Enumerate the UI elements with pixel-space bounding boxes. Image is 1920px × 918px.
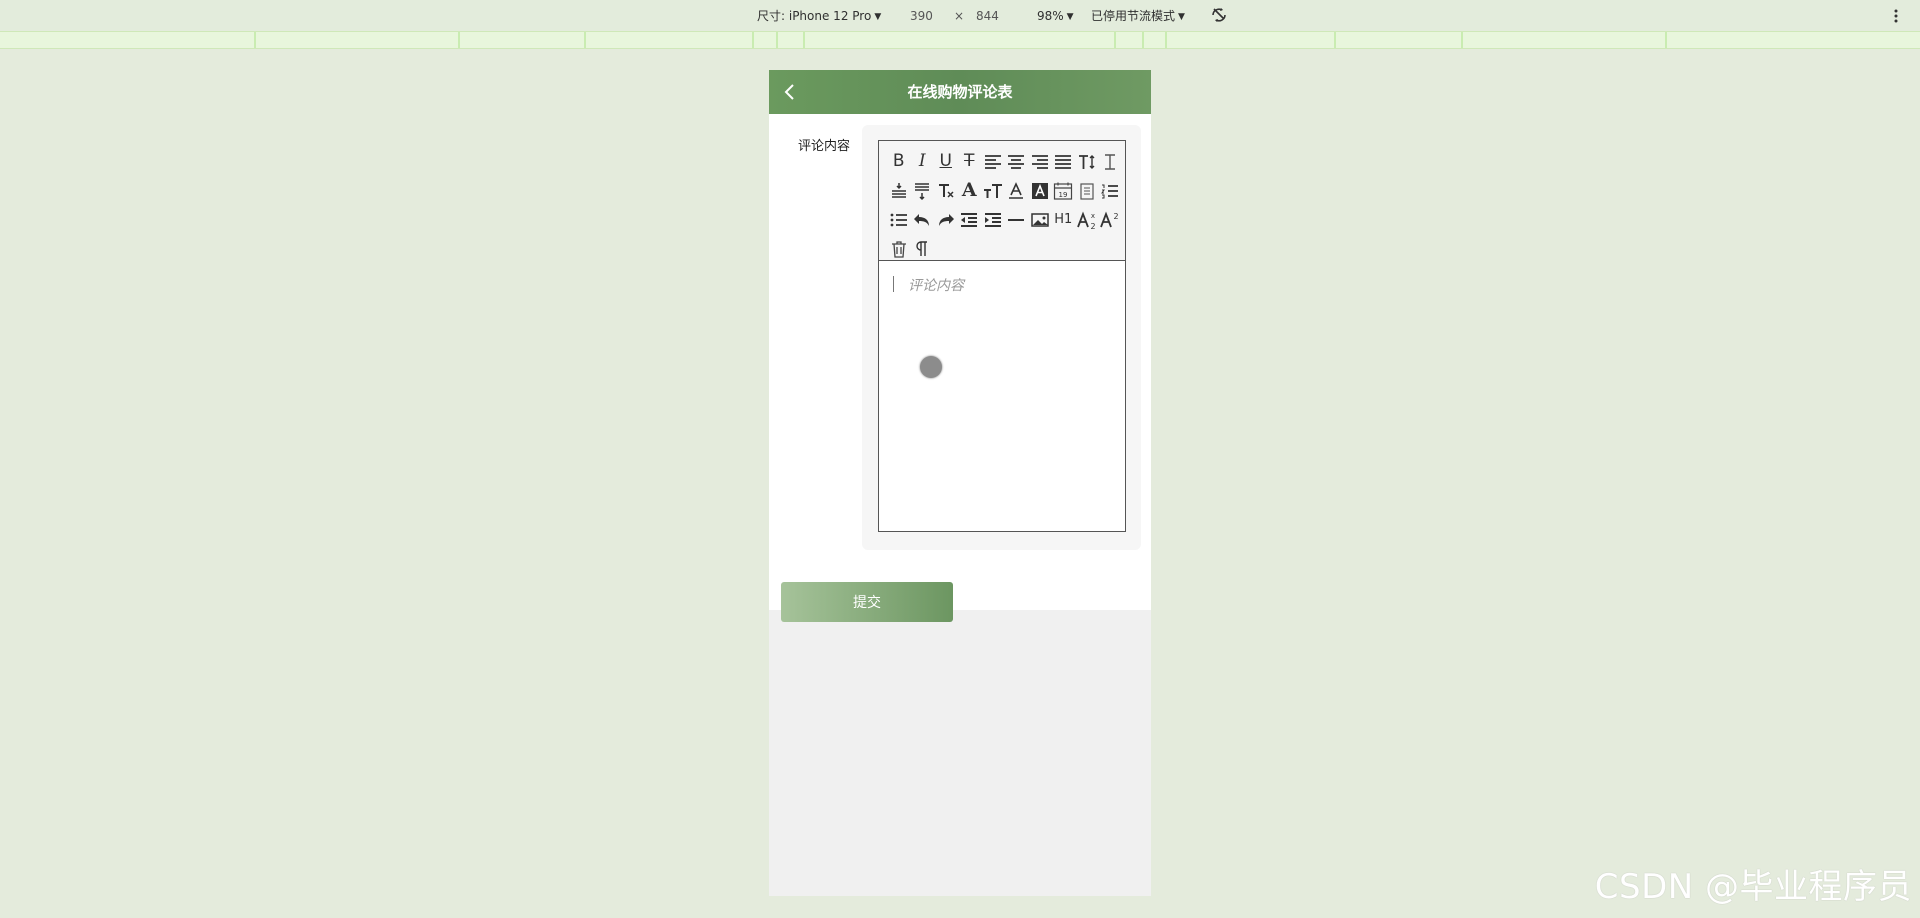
- toolbar-row: H1 2x 2: [887, 205, 1125, 234]
- throttle-label: 已停用节流模式: [1091, 9, 1176, 23]
- comment-content-input[interactable]: 评论内容: [879, 262, 1125, 531]
- paragraph-spacing-top-icon[interactable]: [887, 179, 911, 203]
- superscript-icon[interactable]: 2: [1099, 208, 1123, 232]
- submit-button[interactable]: 提交: [781, 582, 953, 622]
- page-title: 在线购物评论表: [907, 83, 1013, 101]
- remove-format-icon[interactable]: [934, 179, 958, 203]
- strikethrough-icon[interactable]: T: [958, 150, 982, 174]
- media-query-ruler[interactable]: [0, 31, 1920, 49]
- line-height-icon[interactable]: [1099, 150, 1123, 174]
- back-color-icon[interactable]: [1028, 179, 1052, 203]
- text-cursor: [893, 276, 894, 292]
- ruler-tick: [752, 32, 754, 48]
- watermark: CSDN @毕业程序员: [1594, 867, 1912, 907]
- svg-text:2: 2: [1090, 222, 1095, 230]
- back-arrow-icon[interactable]: [779, 81, 801, 103]
- comment-field-label: 评论内容: [798, 139, 851, 154]
- toolbar-row: A 19: [887, 176, 1125, 205]
- toolbar-row: B I U T: [887, 147, 1125, 176]
- comment-form: 评论内容 B I U T A 19 H1 2 x 2 评论内容 提交: [769, 114, 1151, 622]
- align-right-icon[interactable]: [1028, 150, 1052, 174]
- subscript-icon[interactable]: 2x: [1075, 208, 1099, 232]
- svg-text:19: 19: [1059, 191, 1068, 199]
- bold-icon[interactable]: B: [887, 150, 911, 174]
- zoom-label: 98%: [1037, 9, 1064, 23]
- ordered-list-icon[interactable]: [1099, 179, 1123, 203]
- ruler-tick: [1461, 32, 1463, 48]
- svg-text:2: 2: [1114, 212, 1119, 221]
- underline-icon[interactable]: U: [934, 150, 958, 174]
- ruler-tick: [458, 32, 460, 48]
- ruler-tick: [1665, 32, 1667, 48]
- date-icon[interactable]: 19: [1052, 179, 1076, 203]
- width-input[interactable]: 390: [910, 8, 933, 24]
- mobile-viewport: 在线购物评论表 评论内容 B I U T A 19 H1 2 x 2 评论内容 …: [769, 70, 1151, 896]
- devtools-device-toolbar: 尺寸: iPhone 12 Pro ▼ 390 × 844 98% ▼ 已停用节流模…: [0, 0, 1920, 31]
- ruler-tick: [803, 32, 805, 48]
- horizontal-rule-icon[interactable]: [1005, 208, 1029, 232]
- rotate-icon[interactable]: [1210, 6, 1228, 24]
- ruler-tick: [1334, 32, 1336, 48]
- ruler-tick: [776, 32, 778, 48]
- font-size-grow-icon[interactable]: [981, 179, 1005, 203]
- ruler-tick: [1165, 32, 1167, 48]
- paragraph-icon[interactable]: [911, 237, 935, 261]
- ruler-tick: [1142, 32, 1144, 48]
- undo-icon[interactable]: [911, 208, 935, 232]
- toolbar-row: [887, 234, 1125, 263]
- indent-icon[interactable]: [958, 208, 982, 232]
- device-select[interactable]: 尺寸: iPhone 12 Pro ▼: [757, 8, 881, 25]
- font-size-icon[interactable]: [1075, 150, 1099, 174]
- device-label: 尺寸: iPhone 12 Pro: [757, 9, 872, 23]
- align-center-icon[interactable]: [1005, 150, 1029, 174]
- dimension-separator: ×: [954, 9, 965, 23]
- svg-text:x: x: [1091, 212, 1095, 220]
- ruler-tick: [584, 32, 586, 48]
- placeholder-text: 评论内容: [908, 278, 964, 294]
- heading-icon[interactable]: H1: [1052, 208, 1076, 232]
- caret-down-icon: ▼: [874, 12, 882, 22]
- font-family-icon[interactable]: A: [958, 179, 982, 203]
- redo-icon[interactable]: [934, 208, 958, 232]
- image-icon[interactable]: [1028, 208, 1052, 232]
- rich-text-editor: B I U T A 19 H1 2 x 2 评论内容: [878, 140, 1126, 532]
- touch-cursor-indicator: [920, 356, 942, 378]
- align-justify-icon[interactable]: [1052, 150, 1076, 174]
- fore-color-icon[interactable]: [1005, 179, 1029, 203]
- ruler-tick: [254, 32, 256, 48]
- trash-icon[interactable]: [887, 237, 911, 261]
- more-options-icon[interactable]: [1893, 7, 1899, 25]
- paragraph-spacing-bottom-icon[interactable]: [911, 179, 935, 203]
- caret-down-icon: ▼: [1066, 12, 1074, 22]
- align-left-icon[interactable]: [981, 150, 1005, 174]
- caret-down-icon: ▼: [1178, 12, 1185, 22]
- page-header: 在线购物评论表: [769, 70, 1151, 114]
- throttle-select[interactable]: 已停用节流模式 ▼: [1091, 8, 1185, 25]
- italic-icon[interactable]: I: [911, 150, 935, 174]
- outdent-icon[interactable]: [981, 208, 1005, 232]
- zoom-select[interactable]: 98% ▼: [1037, 8, 1074, 25]
- template-icon[interactable]: [1075, 179, 1099, 203]
- height-input[interactable]: 844: [976, 8, 999, 24]
- unordered-list-icon[interactable]: [887, 208, 911, 232]
- ruler-tick: [1114, 32, 1116, 48]
- editor-toolbar: B I U T A 19 H1 2 x 2: [879, 141, 1125, 261]
